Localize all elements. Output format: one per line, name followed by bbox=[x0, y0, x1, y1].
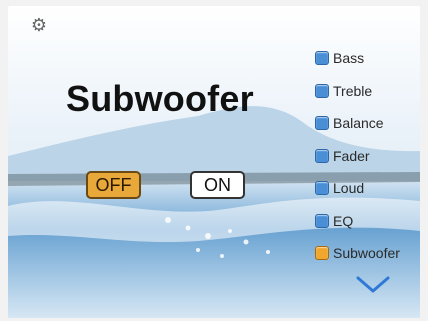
menu-item-balance[interactable]: Balance bbox=[315, 107, 420, 140]
subwoofer-screen: ⚙ Subwoofer OFF ON Bass Treble Balance F… bbox=[8, 6, 420, 318]
eq-checkbox-icon bbox=[315, 213, 329, 228]
menu-item-eq[interactable]: EQ bbox=[315, 205, 420, 238]
bass-checkbox-icon bbox=[315, 51, 329, 66]
audio-settings-menu: Bass Treble Balance Fader Loud EQ Subwoo… bbox=[315, 42, 420, 270]
menu-item-label: Fader bbox=[333, 147, 370, 164]
gear-icon[interactable]: ⚙ bbox=[30, 16, 48, 34]
chevron-down-icon[interactable] bbox=[356, 274, 390, 294]
treble-checkbox-icon bbox=[315, 83, 329, 98]
off-button[interactable]: OFF bbox=[86, 171, 141, 199]
menu-item-loud[interactable]: Loud bbox=[315, 172, 420, 205]
menu-item-treble[interactable]: Treble bbox=[315, 75, 420, 108]
menu-item-subwoofer[interactable]: Subwoofer bbox=[315, 237, 420, 270]
on-button[interactable]: ON bbox=[190, 171, 245, 199]
balance-checkbox-icon bbox=[315, 116, 329, 131]
subwoofer-checkbox-icon bbox=[315, 246, 329, 261]
page-title: Subwoofer bbox=[66, 78, 254, 119]
menu-item-label: Bass bbox=[333, 50, 365, 67]
fader-checkbox-icon bbox=[315, 148, 329, 163]
menu-item-label: Treble bbox=[333, 82, 373, 99]
menu-item-label: EQ bbox=[333, 212, 354, 229]
menu-item-bass[interactable]: Bass bbox=[315, 42, 420, 75]
loud-checkbox-icon bbox=[315, 181, 329, 196]
menu-item-fader[interactable]: Fader bbox=[315, 140, 420, 173]
menu-item-label: Loud bbox=[333, 180, 365, 197]
menu-item-label: Subwoofer bbox=[333, 245, 400, 262]
menu-item-label: Balance bbox=[333, 115, 384, 132]
